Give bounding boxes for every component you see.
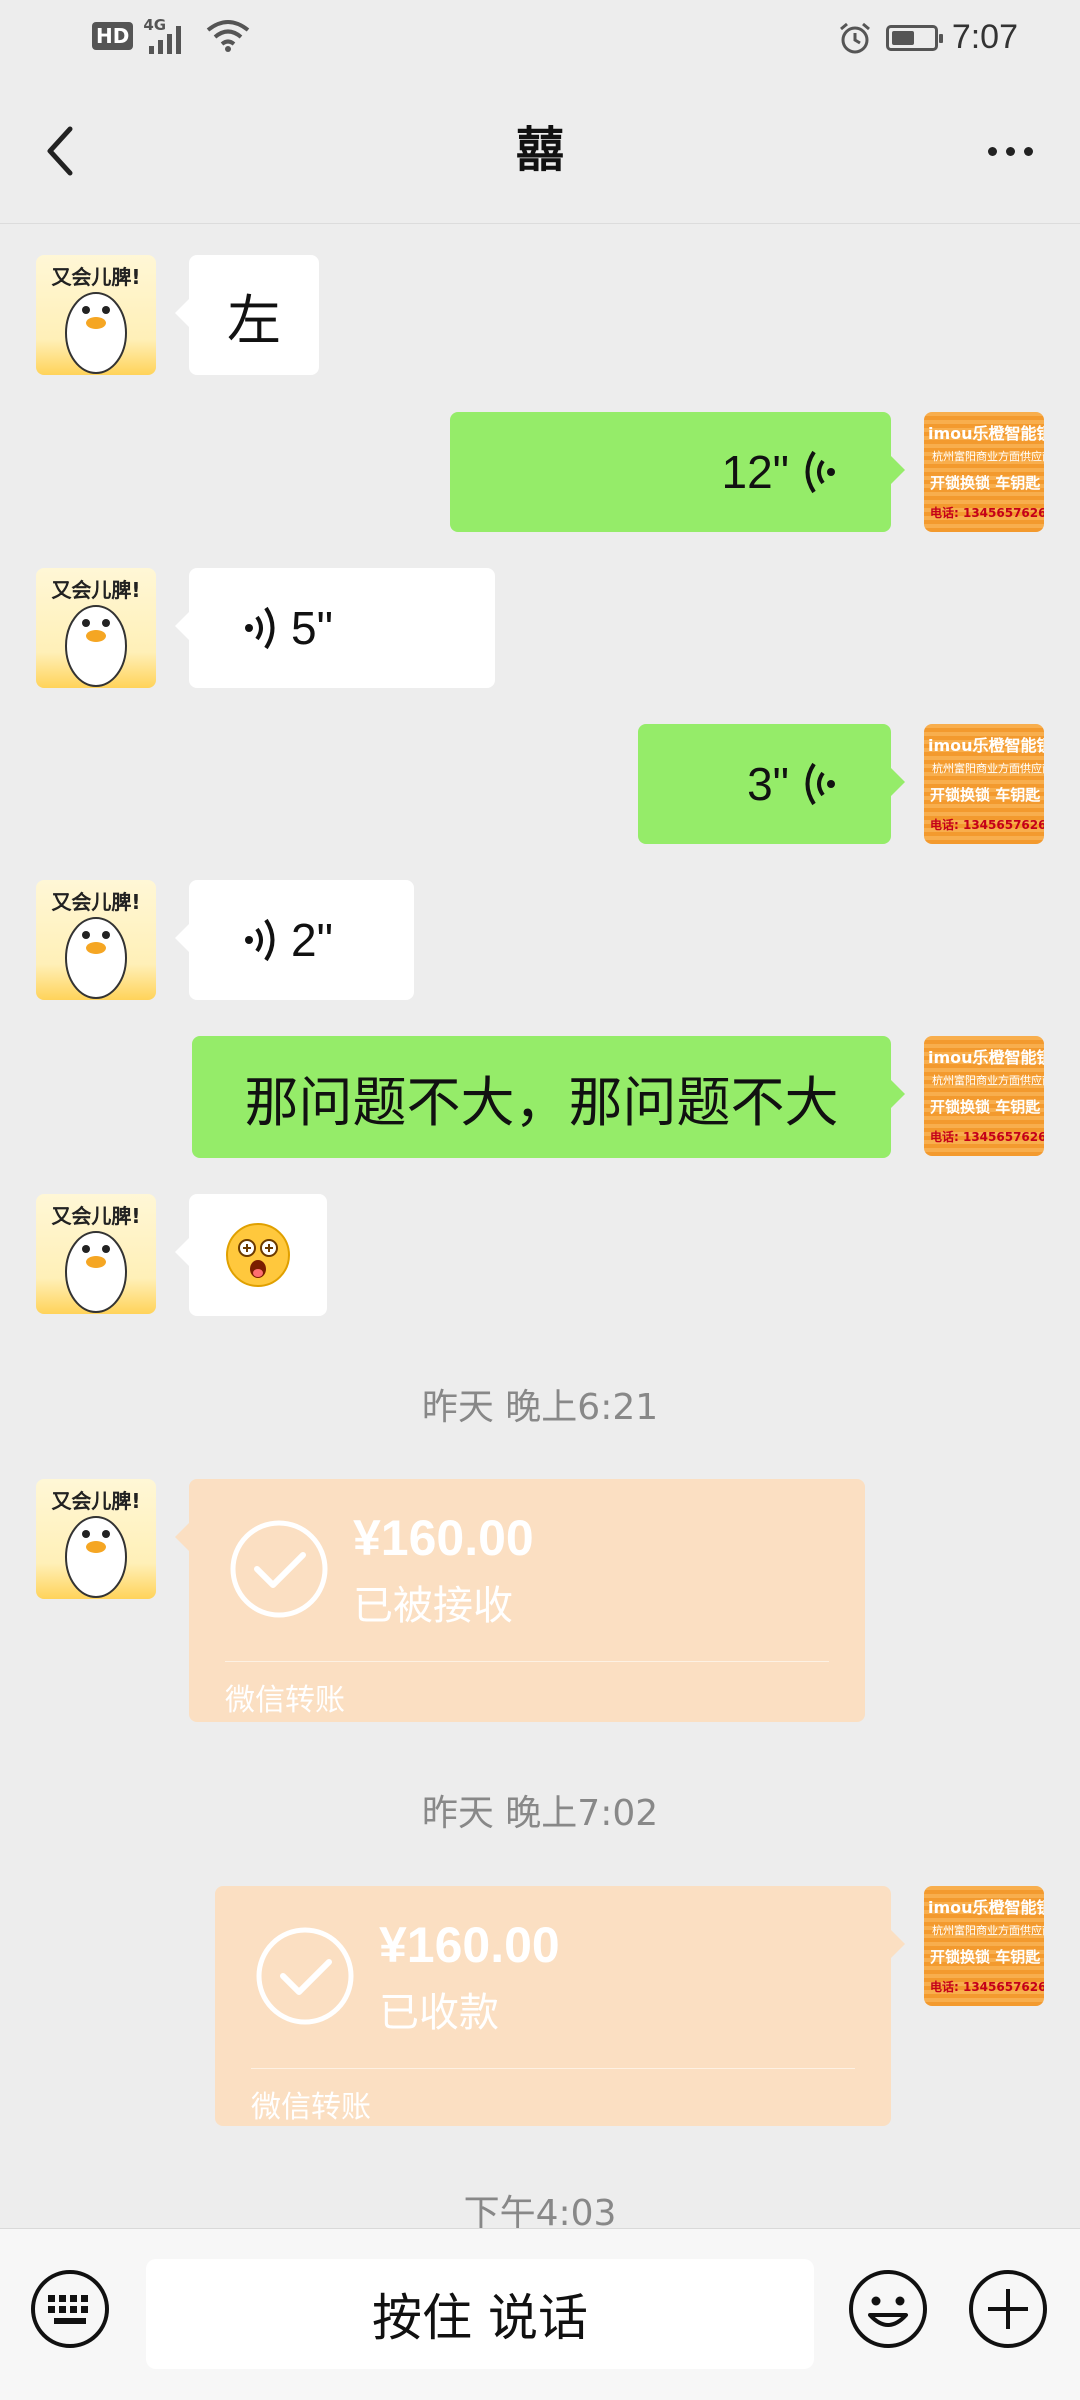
emoji-message-bubble[interactable]: [175, 1194, 327, 1316]
transfer-label: 微信转账: [225, 1683, 345, 1718]
transfer-amount: ¥160.00: [353, 1510, 534, 1566]
more-dot-icon: [1005, 146, 1015, 156]
voice-duration: 5": [291, 602, 333, 654]
avatar-text: 开锁换锁 车钥匙: [930, 1948, 1041, 1966]
avatar-text: imou乐橙智能锁: [928, 424, 1044, 443]
avatar-text: 电话: 13456576262: [930, 506, 1044, 520]
message-text: 左: [227, 288, 281, 352]
avatar-text: 开锁换锁 车钥匙: [930, 786, 1041, 804]
duck-sticker-icon: [65, 1231, 127, 1313]
timestamp: 昨天 晚上7:02: [421, 1793, 659, 1834]
wifi-icon: [207, 20, 250, 52]
check-circle-icon: [230, 1520, 328, 1618]
avatar-text: imou乐橙智能锁: [928, 736, 1044, 755]
emoji-icon[interactable]: [848, 2269, 928, 2349]
contact-avatar[interactable]: 又会儿脾!: [36, 568, 156, 688]
battery-icon: [885, 24, 943, 51]
plus-icon[interactable]: [968, 2269, 1048, 2349]
message-bubble-text[interactable]: 左: [175, 255, 319, 375]
avatar-text: imou乐橙智能锁: [928, 1048, 1044, 1067]
avatar-text: 电话: 13456576262: [930, 1130, 1044, 1144]
avatar-text: 电话: 13456576262: [930, 1980, 1044, 1994]
avatar-text: 杭州富阳商业方面供应商: [932, 762, 1044, 775]
voice-duration: 12": [721, 446, 790, 498]
transfer-label: 微信转账: [251, 2090, 371, 2125]
voice-message-bubble[interactable]: 12": [450, 412, 905, 532]
transfer-status: 已收款: [379, 1990, 499, 2036]
hd-badge: HD: [92, 22, 134, 50]
message-text: 那问题不大，那问题不大: [244, 1070, 839, 1134]
message-bubble-text[interactable]: 那问题不大，那问题不大: [192, 1036, 905, 1158]
duck-sticker-icon: [65, 605, 127, 687]
duck-sticker-icon: [65, 292, 127, 374]
timestamp: 昨天 晚上6:21: [421, 1387, 659, 1428]
alarm-clock-icon: [839, 22, 870, 53]
transfer-status: 已被接收: [353, 1583, 513, 1629]
more-dot-icon: [987, 146, 997, 156]
more-options-button[interactable]: [970, 116, 1050, 186]
voice-message-bubble[interactable]: 3": [638, 724, 905, 844]
input-bar: 按住 说话: [0, 2228, 1080, 2400]
voice-message-bubble[interactable]: 5": [175, 568, 495, 688]
voice-message-bubble[interactable]: 2": [175, 880, 414, 1000]
keyboard-icon[interactable]: [30, 2269, 110, 2349]
my-avatar[interactable]: imou乐橙智能锁 杭州富阳商业方面供应商 开锁换锁 车钥匙 电话: 13456…: [924, 1036, 1044, 1156]
status-left: HD 4G: [92, 16, 251, 54]
transfer-card[interactable]: ¥160.00 已被接收 微信转账: [175, 1479, 865, 1722]
transfer-card[interactable]: ¥160.00 已收款 微信转账: [215, 1886, 905, 2126]
contact-avatar[interactable]: 又会儿脾!: [36, 1194, 156, 1314]
voice-duration: 2": [291, 914, 333, 966]
chat-title: 囍: [515, 122, 564, 178]
my-avatar[interactable]: imou乐橙智能锁 杭州富阳商业方面供应商 开锁换锁 车钥匙 电话: 13456…: [924, 1886, 1044, 2006]
voice-duration: 3": [747, 758, 789, 810]
avatar-text: 电话: 13456576262: [930, 818, 1044, 832]
divider: [251, 2068, 855, 2069]
my-avatar[interactable]: imou乐橙智能锁 杭州富阳商业方面供应商 开锁换锁 车钥匙 电话: 13456…: [924, 412, 1044, 532]
contact-avatar[interactable]: 又会儿脾!: [36, 880, 156, 1000]
avatar-text: 开锁换锁 车钥匙: [930, 474, 1041, 492]
duck-sticker-icon: [65, 1516, 127, 1598]
avatar-text: 开锁换锁 车钥匙: [930, 1098, 1041, 1116]
avatar-text: 杭州富阳商业方面供应商: [932, 450, 1044, 463]
cellular-signal-icon: 4G: [143, 16, 195, 54]
astonished-emoji-icon: [226, 1223, 290, 1287]
transfer-amount: ¥160.00: [379, 1917, 560, 1973]
status-bar: HD 4G 7:07: [0, 0, 1080, 78]
contact-avatar[interactable]: 又会儿脾!: [36, 1479, 156, 1599]
contact-avatar[interactable]: 又会儿脾!: [36, 255, 156, 375]
voice-wave-icon: [245, 918, 275, 962]
my-avatar[interactable]: imou乐橙智能锁 杭州富阳商业方面供应商 开锁换锁 车钥匙 电话: 13456…: [924, 724, 1044, 844]
chat-header: 囍: [0, 78, 1080, 224]
more-dot-icon: [1023, 146, 1033, 156]
avatar-text: imou乐橙智能锁: [928, 1898, 1044, 1917]
duck-sticker-icon: [65, 917, 127, 999]
divider: [225, 1661, 829, 1662]
status-right: 7:07: [838, 18, 1018, 57]
voice-wave-icon: [245, 606, 275, 650]
voice-wave-icon: [805, 450, 835, 494]
voice-wave-icon: [805, 762, 835, 806]
hold-to-talk-button[interactable]: 按住 说话: [146, 2259, 814, 2369]
avatar-text: 杭州富阳商业方面供应商: [932, 1074, 1044, 1087]
avatar-text: 杭州富阳商业方面供应商: [932, 1924, 1044, 1937]
status-time: 7:07: [951, 18, 1018, 56]
check-circle-icon: [256, 1927, 354, 2025]
